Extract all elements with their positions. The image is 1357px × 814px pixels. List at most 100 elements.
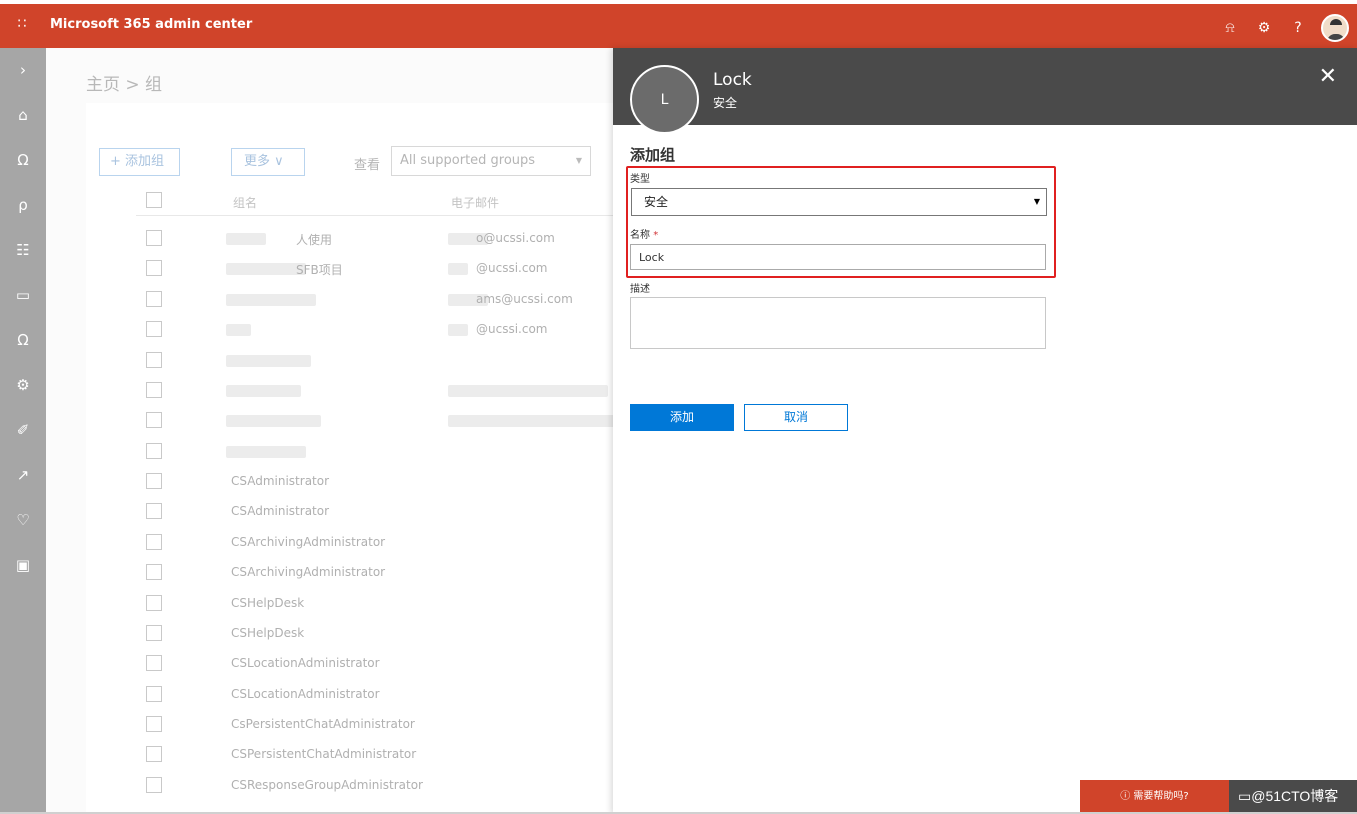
row-checkbox[interactable] [146, 777, 162, 793]
name-label: 名称 * [630, 226, 658, 241]
table-row[interactable]: @ucssi.com [136, 315, 613, 345]
panel-header: Lock 安全 ✕ [613, 48, 1357, 125]
view-select[interactable]: All supported groups ▼ [391, 146, 591, 176]
type-label: 类型 [630, 174, 650, 185]
close-icon[interactable]: ✕ [1319, 66, 1337, 88]
group-name[interactable]: CSArchivingAdministrator [231, 535, 385, 549]
more-button[interactable]: 更多 ∨ [231, 148, 305, 176]
row-checkbox[interactable] [146, 291, 162, 307]
redacted-text [226, 446, 306, 458]
group-name[interactable]: CSHelpDesk [231, 626, 304, 640]
description-field[interactable] [630, 297, 1046, 349]
table-row[interactable]: 人使用 o@ucssi.com [136, 224, 613, 254]
table-row[interactable]: CsPersistentChatAdministrator [136, 710, 613, 740]
add-group-button[interactable]: + 添加组 [99, 148, 180, 176]
help-button[interactable]: ⓘ 需要帮助吗? [1080, 780, 1229, 814]
panel-subtitle: 安全 [713, 96, 738, 110]
table-row[interactable]: CSArchivingAdministrator [136, 528, 613, 558]
group-name[interactable]: SFB项目 [296, 261, 343, 278]
chevron-down-icon: ▼ [1033, 197, 1040, 206]
group-name[interactable]: CSArchivingAdministrator [231, 565, 385, 579]
breadcrumb[interactable]: 主页 > 组 [86, 70, 162, 95]
table-row[interactable]: CSAdministrator [136, 467, 613, 497]
row-checkbox[interactable] [146, 625, 162, 641]
row-checkbox[interactable] [146, 534, 162, 550]
table-row[interactable]: CSHelpDesk [136, 589, 613, 619]
health-icon[interactable]: ♡ [0, 498, 46, 543]
group-name[interactable]: CSResponseGroupAdministrator [231, 778, 423, 792]
group-name[interactable]: 人使用 [296, 231, 332, 248]
type-select[interactable]: 安全 ▼ [631, 188, 1047, 216]
table-row[interactable] [136, 406, 613, 436]
group-name[interactable]: CSLocationAdministrator [231, 687, 380, 701]
row-checkbox[interactable] [146, 655, 162, 671]
section-title: 添加组 [630, 146, 676, 164]
groups-icon[interactable]: ρ [0, 183, 46, 228]
table-row[interactable] [136, 376, 613, 406]
group-email: @ucssi.com [476, 261, 548, 275]
group-email: o@ucssi.com [476, 231, 555, 245]
resources-icon[interactable]: ☷ [0, 228, 46, 273]
type-select-value: 安全 [644, 195, 669, 209]
row-checkbox[interactable] [146, 595, 162, 611]
required-mark: * [653, 230, 659, 241]
row-checkbox[interactable] [146, 382, 162, 398]
group-name[interactable]: CSAdministrator [231, 474, 329, 488]
group-name[interactable]: CsPersistentChatAdministrator [231, 717, 415, 731]
select-all-checkbox[interactable] [146, 192, 162, 208]
bell-icon[interactable]: ⍾ [1213, 11, 1247, 45]
table-row[interactable]: SFB项目 @ucssi.com [136, 254, 613, 284]
row-checkbox[interactable] [146, 746, 162, 762]
row-checkbox[interactable] [146, 412, 162, 428]
table-row[interactable]: CSPersistentChatAdministrator [136, 740, 613, 770]
table-row[interactable]: CSResponseGroupAdministrator [136, 771, 613, 801]
group-name[interactable]: CSPersistentChatAdministrator [231, 747, 416, 761]
table-row[interactable]: CSHelpDesk [136, 619, 613, 649]
cancel-button[interactable]: 取消 [744, 404, 848, 431]
table-row[interactable]: ams@ucssi.com [136, 285, 613, 315]
setup-icon[interactable]: ✐ [0, 408, 46, 453]
row-checkbox[interactable] [146, 503, 162, 519]
group-name[interactable]: CSLocationAdministrator [231, 656, 380, 670]
table-row[interactable]: CSAdministrator [136, 497, 613, 527]
table-row[interactable]: CSArchivingAdministrator [136, 558, 613, 588]
app-launcher-icon[interactable]: ∷ [12, 14, 32, 34]
table-row[interactable]: CSLocationAdministrator [136, 649, 613, 679]
panel-title: Lock [713, 70, 752, 90]
row-checkbox[interactable] [146, 443, 162, 459]
column-header-email[interactable]: 电子邮件 [451, 194, 499, 211]
support-icon[interactable]: Ω [0, 318, 46, 363]
column-header-name[interactable]: 组名 [233, 194, 257, 211]
row-checkbox[interactable] [146, 260, 162, 276]
row-checkbox[interactable] [146, 564, 162, 580]
table-row[interactable]: CSLocationAdministrator [136, 680, 613, 710]
help-icon[interactable]: ? [1281, 11, 1315, 45]
app-title[interactable]: Microsoft 365 admin center [50, 17, 252, 32]
redacted-text [226, 294, 316, 306]
user-icon[interactable]: Ω [0, 138, 46, 183]
group-name[interactable]: CSAdministrator [231, 504, 329, 518]
reports-icon[interactable]: ↗ [0, 453, 46, 498]
view-select-value: All supported groups [400, 153, 536, 168]
gear-icon[interactable]: ⚙ [1247, 11, 1281, 45]
add-button[interactable]: 添加 [630, 404, 734, 431]
group-email: @ucssi.com [476, 322, 548, 336]
name-label-text: 名称 [630, 230, 650, 241]
home-icon[interactable]: ⌂ [0, 93, 46, 138]
name-field[interactable] [630, 244, 1046, 270]
admin-centers-icon[interactable]: ▣ [0, 543, 46, 588]
row-checkbox[interactable] [146, 230, 162, 246]
row-checkbox[interactable] [146, 686, 162, 702]
billing-icon[interactable]: ▭ [0, 273, 46, 318]
row-checkbox[interactable] [146, 473, 162, 489]
user-avatar[interactable] [1321, 14, 1349, 42]
table-row[interactable] [136, 437, 613, 467]
redacted-text [226, 324, 251, 336]
row-checkbox[interactable] [146, 352, 162, 368]
expand-nav-icon[interactable]: › [0, 48, 46, 93]
settings-icon[interactable]: ⚙ [0, 363, 46, 408]
group-name[interactable]: CSHelpDesk [231, 596, 304, 610]
row-checkbox[interactable] [146, 321, 162, 337]
table-row[interactable] [136, 346, 613, 376]
row-checkbox[interactable] [146, 716, 162, 732]
